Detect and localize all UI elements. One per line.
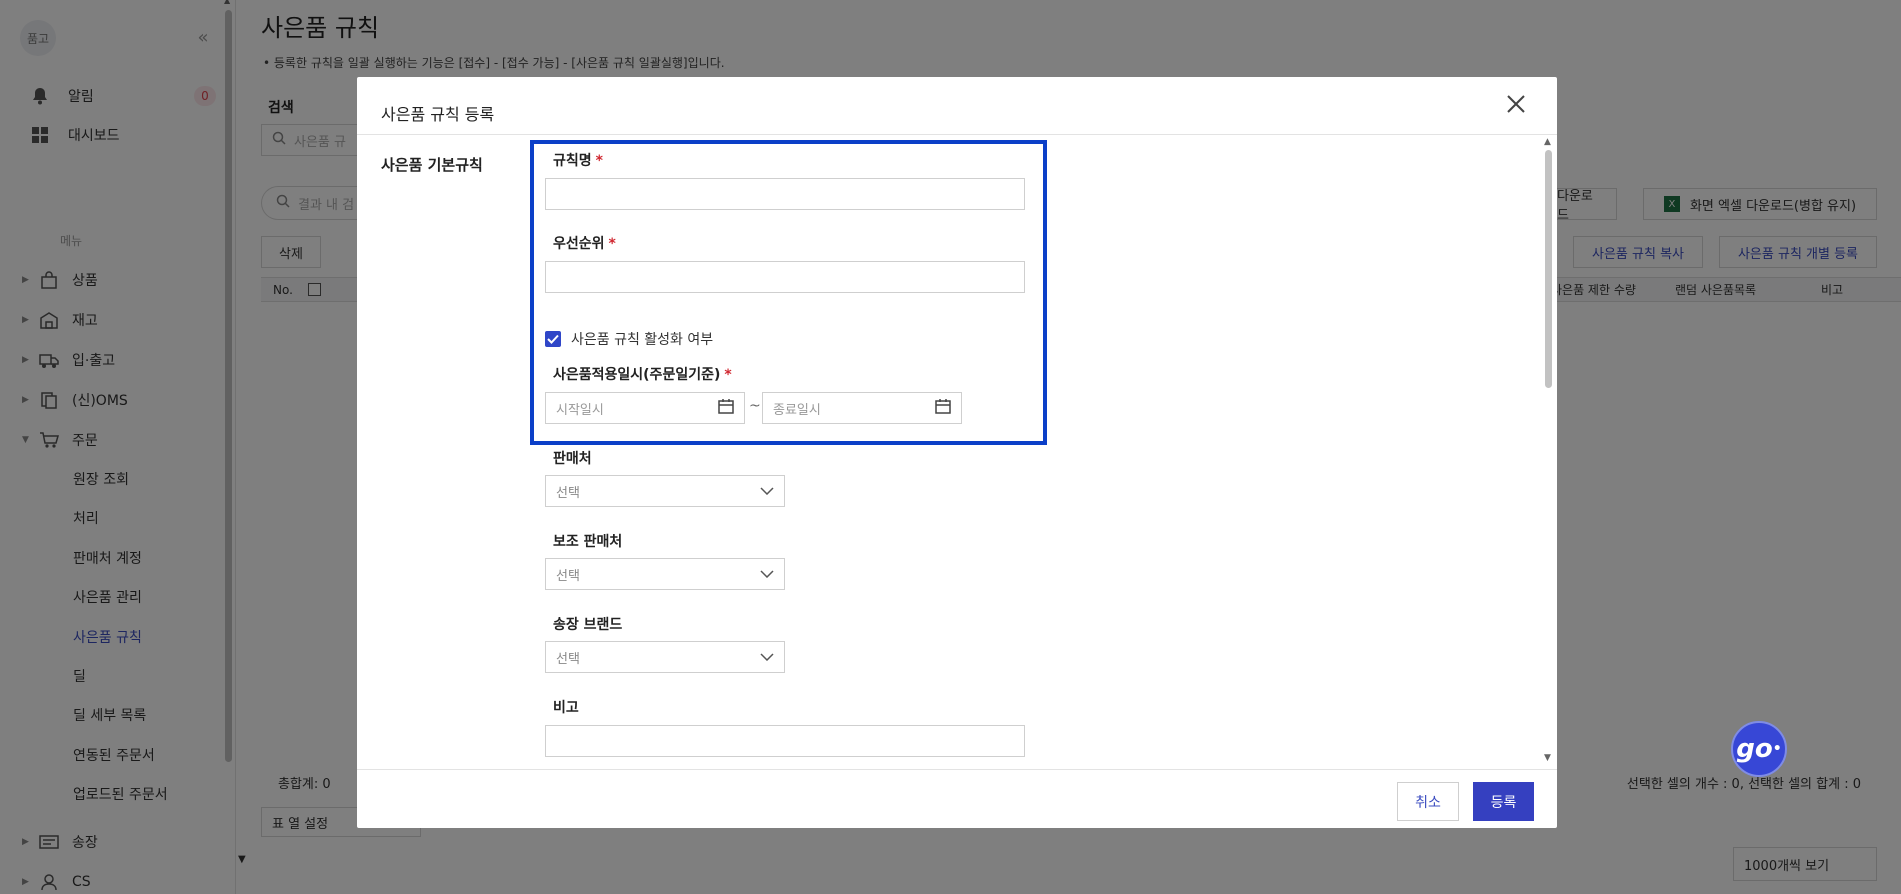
chevron-down-icon [760,483,774,499]
seller-select-value: 선택 [556,485,580,501]
modal-header: 사은품 규칙 등록 [357,77,1557,135]
end-date-input[interactable]: 종료일시 [762,392,962,424]
modal-scrollbar[interactable]: ▲ ▼ [1542,136,1555,769]
date-separator: ~ [749,398,761,414]
sub-seller-select[interactable]: 선택 [545,558,785,590]
scrollbar-thumb[interactable] [1545,150,1552,388]
cancel-button[interactable]: 취소 [1397,782,1459,821]
rule-name-input[interactable] [545,178,1025,210]
section-label: 사은품 기본규칙 [381,156,483,174]
seller-label: 판매처 [553,451,592,467]
submit-button[interactable]: 등록 [1473,782,1534,821]
apply-period-label: 사은품적용일시(주문일기준) * [553,364,732,384]
invoice-brand-select-value: 선택 [556,651,580,667]
required-mark: * [724,367,732,383]
modal-body: 사은품 기본규칙 규칙명 * 우선순위 * 사은품 규칙 활성화 여부 사은품적용일… [357,136,1557,769]
start-date-placeholder: 시작일시 [556,402,604,418]
priority-input[interactable] [545,261,1025,293]
calendar-icon[interactable] [718,398,734,418]
active-checkbox-label: 사은품 규칙 활성화 여부 [571,332,714,348]
sub-seller-select-value: 선택 [556,568,580,584]
modal-title: 사은품 규칙 등록 [381,105,495,124]
rule-name-label-text: 규칙명 [553,153,592,169]
remark-label: 비고 [553,700,579,716]
active-checkbox[interactable] [545,331,561,347]
scroll-down-icon[interactable]: ▼ [1544,753,1551,763]
priority-label: 우선순위 * [553,233,616,253]
invoice-brand-select[interactable]: 선택 [545,641,785,673]
go-logo-text: go [1736,734,1773,764]
remark-input[interactable] [545,725,1025,757]
go-chat-button[interactable]: go • [1731,721,1787,777]
modal-footer: 취소 등록 [357,769,1557,828]
check-icon [547,334,559,344]
sub-seller-label: 보조 판매처 [553,534,623,550]
required-mark: * [608,236,616,252]
gift-rule-register-modal: 사은품 규칙 등록 사은품 기본규칙 규칙명 * 우선순위 * 사은품 규칙 활성화… [357,77,1557,828]
start-date-input[interactable]: 시작일시 [545,392,745,424]
apply-period-label-text: 사은품적용일시(주문일기준) [553,367,721,383]
active-checkbox-row[interactable]: 사은품 규칙 활성화 여부 [545,329,713,349]
required-mark: * [595,153,603,169]
scroll-up-icon[interactable]: ▲ [1544,137,1551,147]
priority-label-text: 우선순위 [553,236,605,252]
rule-name-label: 규칙명 * [553,150,603,170]
invoice-brand-label: 송장 브랜드 [553,617,623,633]
close-icon [1507,95,1525,113]
chevron-down-icon [760,649,774,665]
close-button[interactable] [1503,91,1529,117]
chevron-down-icon [760,566,774,582]
end-date-placeholder: 종료일시 [773,402,821,418]
seller-select[interactable]: 선택 [545,475,785,507]
go-logo-dot: • [1772,741,1782,757]
calendar-icon[interactable] [935,398,951,418]
